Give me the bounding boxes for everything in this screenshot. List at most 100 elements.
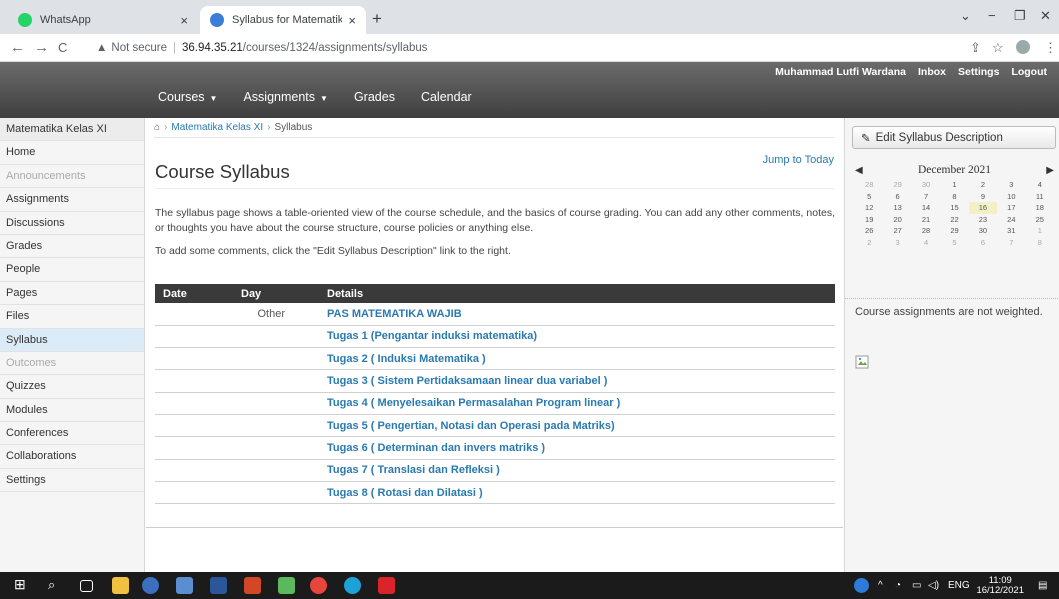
sidebar-item-settings[interactable]: Settings [0, 469, 144, 493]
new-tab-button[interactable]: + [372, 9, 382, 29]
sidebar-item-assignments[interactable]: Assignments [0, 188, 144, 212]
pdf-reader-icon[interactable] [378, 577, 395, 594]
calendar-day[interactable]: 1 [940, 179, 968, 191]
forward-button[interactable]: → [34, 39, 49, 56]
calendar-day[interactable]: 15 [940, 202, 968, 214]
calendar-day[interactable]: 13 [883, 202, 911, 214]
browser-menu-icon[interactable]: ⋮ [1044, 40, 1057, 56]
restore-button[interactable]: ❐ [1014, 8, 1026, 24]
calendar-day[interactable]: 2 [969, 179, 997, 191]
assignment-link[interactable]: Tugas 5 ( Pengertian, Notasi dan Operasi… [327, 420, 615, 432]
menu-calendar[interactable]: Calendar [421, 90, 472, 104]
close-icon[interactable]: × [348, 13, 356, 28]
calendar-day[interactable]: 12 [855, 202, 883, 214]
calendar-day[interactable]: 7 [912, 191, 940, 203]
calendar-day[interactable]: 30 [912, 179, 940, 191]
assignment-link[interactable]: Tugas 6 ( Determinan dan invers matriks … [327, 442, 545, 454]
url-field[interactable]: ▲ Not secure | 36.94.35.21 /courses/1324… [96, 38, 936, 58]
sidebar-course-name[interactable]: Matematika Kelas XI [0, 118, 144, 142]
calendar-day[interactable]: 1 [1026, 225, 1054, 237]
menu-grades[interactable]: Grades [354, 90, 395, 104]
edge-icon[interactable] [344, 577, 361, 594]
assignment-link[interactable]: Tugas 3 ( Sistem Pertidaksamaan linear d… [327, 375, 607, 387]
calendar-day[interactable]: 29 [883, 179, 911, 191]
sidebar-item-grades[interactable]: Grades [0, 235, 144, 259]
calendar-day[interactable]: 4 [1026, 179, 1054, 191]
tab-syllabus[interactable]: Syllabus for Matematika Wajib XI × [200, 6, 366, 34]
calendar-day[interactable]: 9 [969, 191, 997, 203]
sidebar-item-quizzes[interactable]: Quizzes [0, 375, 144, 399]
logout-link[interactable]: Logout [1011, 66, 1047, 78]
menu-assignments[interactable]: Assignments ▼ [243, 90, 327, 104]
powerpoint-icon[interactable] [244, 577, 261, 594]
volume-icon[interactable]: ◁) [928, 580, 939, 591]
share-icon[interactable]: ⇪ [970, 40, 981, 56]
calendar-day[interactable]: 22 [940, 214, 968, 226]
calendar-day[interactable]: 6 [969, 237, 997, 249]
window-close-button[interactable]: ✕ [1040, 8, 1051, 24]
assignment-link[interactable]: Tugas 1 (Pengantar induksi matematika) [327, 330, 537, 342]
app-icon[interactable] [278, 577, 295, 594]
star-icon[interactable]: ☆ [992, 40, 1004, 56]
app-icon[interactable] [142, 577, 159, 594]
calendar-day[interactable]: 5 [855, 191, 883, 203]
reload-button[interactable]: C [58, 40, 67, 55]
search-icon[interactable]: ⌕ [48, 577, 65, 594]
word-icon[interactable] [210, 577, 227, 594]
calendar-day[interactable]: 16 [968, 202, 998, 214]
task-view-icon[interactable] [80, 580, 93, 592]
calendar-day[interactable]: 20 [883, 214, 911, 226]
language-indicator[interactable]: ENG [948, 580, 970, 591]
calendar-day[interactable]: 5 [940, 237, 968, 249]
sidebar-item-people[interactable]: People [0, 258, 144, 282]
back-button[interactable]: ← [10, 39, 25, 56]
calendar-day[interactable]: 17 [997, 202, 1025, 214]
profile-avatar[interactable] [1016, 40, 1030, 54]
calendar-day[interactable]: 31 [997, 225, 1025, 237]
assignment-link[interactable]: Tugas 4 ( Menyelesaikan Permasalahan Pro… [327, 397, 620, 409]
next-month-icon[interactable]: ▶ [1046, 165, 1054, 176]
sidebar-item-modules[interactable]: Modules [0, 399, 144, 423]
assignment-link[interactable]: Tugas 7 ( Translasi dan Refleksi ) [327, 464, 500, 476]
battery-icon[interactable]: ▭ [912, 580, 921, 591]
calendar-day[interactable]: 4 [912, 237, 940, 249]
user-name-link[interactable]: Muhammad Lutfi Wardana [775, 66, 906, 78]
sidebar-item-home[interactable]: Home [0, 141, 144, 165]
sidebar-item-collaborations[interactable]: Collaborations [0, 445, 144, 469]
sidebar-item-syllabus[interactable]: Syllabus [0, 328, 144, 352]
sidebar-item-files[interactable]: Files [0, 305, 144, 329]
calendar-day[interactable]: 8 [940, 191, 968, 203]
assignment-link[interactable]: Tugas 2 ( Induksi Matematika ) [327, 353, 486, 365]
calendar-day[interactable]: 10 [997, 191, 1025, 203]
chrome-icon[interactable] [310, 577, 327, 594]
calendar-day[interactable]: 18 [1026, 202, 1054, 214]
tab-search-icon[interactable]: ⌄ [960, 8, 971, 24]
tab-whatsapp[interactable]: WhatsApp × [8, 6, 198, 34]
calendar-day[interactable]: 24 [997, 214, 1025, 226]
jump-to-today-link[interactable]: Jump to Today [763, 154, 834, 166]
calendar-day[interactable]: 30 [969, 225, 997, 237]
calendar-day[interactable]: 21 [912, 214, 940, 226]
prev-month-icon[interactable]: ◀ [855, 165, 863, 176]
edit-syllabus-button[interactable]: ✎ Edit Syllabus Description [852, 126, 1056, 149]
notification-icon[interactable]: ▤ [1038, 580, 1047, 591]
sidebar-item-discussions[interactable]: Discussions [0, 212, 144, 235]
breadcrumb-course[interactable]: Matematika Kelas XI [171, 122, 263, 133]
calendar-day[interactable]: 3 [883, 237, 911, 249]
calendar-day[interactable]: 28 [912, 225, 940, 237]
calendar-day[interactable]: 19 [855, 214, 883, 226]
calendar-day[interactable]: 26 [855, 225, 883, 237]
assignment-link[interactable]: PAS MATEMATIKA WAJIB [327, 308, 462, 320]
assignment-link[interactable]: Tugas 8 ( Rotasi dan Dilatasi ) [327, 487, 483, 499]
inbox-link[interactable]: Inbox [918, 66, 946, 78]
calendar-day[interactable]: 6 [883, 191, 911, 203]
settings-link[interactable]: Settings [958, 66, 999, 78]
calendar-day[interactable]: 2 [855, 237, 883, 249]
calendar-day[interactable]: 11 [1026, 191, 1054, 203]
close-icon[interactable]: × [180, 13, 188, 28]
menu-courses[interactable]: Courses ▼ [158, 90, 217, 104]
network-icon[interactable]: ◔ [895, 580, 901, 591]
home-icon[interactable]: ⌂ [154, 122, 160, 133]
app-icon[interactable] [176, 577, 193, 594]
calendar-day[interactable]: 27 [883, 225, 911, 237]
